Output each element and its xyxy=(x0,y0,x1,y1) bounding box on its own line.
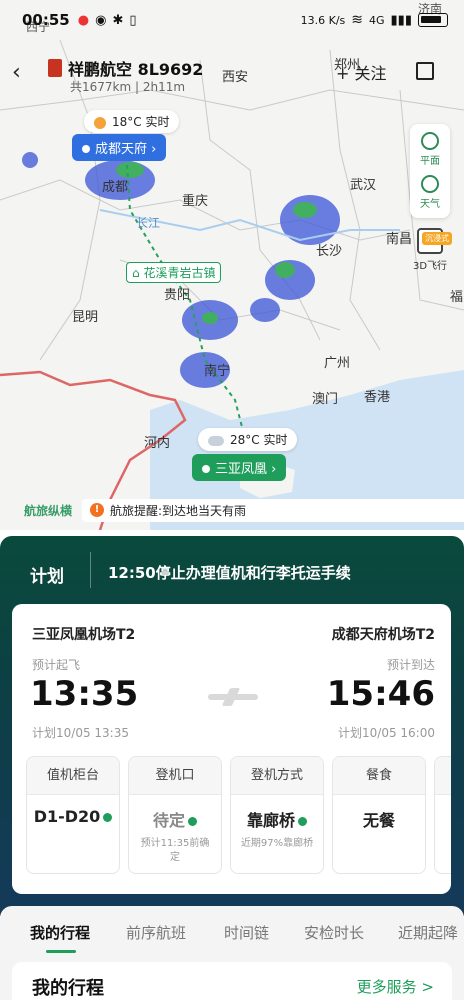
dep-plan: 计划10/05 13:35 xyxy=(32,726,129,740)
arr-airport: 成都天府机场T2 xyxy=(331,627,435,643)
net-speed: 13.6 K/s xyxy=(300,13,346,27)
clock-icon xyxy=(188,817,197,826)
map-city: 福 xyxy=(450,290,464,305)
cloud-icon xyxy=(421,175,439,193)
map-city: 广州 xyxy=(324,356,351,371)
map-flat-button[interactable]: 平面 xyxy=(410,128,450,171)
box-value: D1-D20 xyxy=(27,807,119,826)
eye-icon: ◉ xyxy=(95,12,107,28)
globe-icon xyxy=(421,132,439,150)
poi-label[interactable]: ⌂ 花溪青岩古镇 xyxy=(126,262,222,283)
tab-security-time[interactable]: 安检时长 xyxy=(304,922,364,943)
box-title: 登机方式 xyxy=(231,757,323,795)
status-right: 13.6 K/s ≋ 4G ▮▮▮ xyxy=(301,12,448,28)
tab-recent-ops[interactable]: 近期起降 xyxy=(398,922,458,943)
location-icon xyxy=(82,145,90,153)
scenic-icon: ⌂ xyxy=(132,266,144,280)
tab-my-itinerary[interactable]: 我的行程 xyxy=(30,922,90,943)
map-city: 长沙 xyxy=(316,244,343,259)
info-boxes: 值机柜台 D1-D20 登机口 待定 预计11:35前确定 登机方式 靠廊桥 近… xyxy=(26,756,451,874)
map-city: 昆明 xyxy=(72,310,99,325)
box-value: 待定 xyxy=(129,807,221,831)
notice-pill[interactable]: ! 航旅提醒:到达地当天有雨 xyxy=(82,498,464,522)
more-box[interactable] xyxy=(434,756,451,874)
map-city: 南宁 xyxy=(204,364,231,379)
tab-previous-flight[interactable]: 前序航班 xyxy=(126,922,186,943)
brand-logo: 航旅纵横 xyxy=(24,503,73,518)
battery-icon xyxy=(418,13,448,27)
origin-weather: 18°C 实时 xyxy=(84,110,180,133)
airline-logo-icon xyxy=(48,59,62,77)
map-weather-button[interactable]: 天气 xyxy=(410,171,450,214)
arr-label: 预计到达 xyxy=(386,658,435,672)
wifi-icon: ≋ xyxy=(351,12,363,28)
map-tools: 平面 天气 xyxy=(410,124,450,218)
box-title: 餐食 xyxy=(333,757,425,795)
clock-icon xyxy=(298,817,307,826)
box-note: 预计11:35前确定 xyxy=(140,838,210,863)
map-city: 河内 xyxy=(144,436,171,451)
tab-bar: 我的行程 前序航班 时间链 安检时长 近期起降 我的行程 更多服务 > xyxy=(0,906,464,1000)
bluetooth-icon: ✱ xyxy=(112,12,124,28)
box-note: 近期97%靠廊桥 xyxy=(240,838,314,849)
warning-icon: ! xyxy=(90,503,105,517)
notice-text: 航旅提醒:到达地当天有雨 xyxy=(110,503,247,518)
map-city: 武汉 xyxy=(350,178,377,193)
plan-text: 12:50停止办理值机和行李托运手续 xyxy=(108,564,351,582)
plan-label: 计划 xyxy=(30,567,64,587)
map-city: 贵阳 xyxy=(164,288,191,303)
itinerary-section: 我的行程 更多服务 > xyxy=(12,962,452,1000)
vibrate-icon: ▯ xyxy=(129,12,137,28)
arr-time: 15:46 xyxy=(326,674,435,714)
tab-indicator xyxy=(46,950,76,953)
boarding-method-box[interactable]: 登机方式 靠廊桥 近期97%靠廊桥 xyxy=(230,756,324,874)
app-notify-icon: ● xyxy=(77,12,90,28)
box-value: 无餐 xyxy=(362,811,395,830)
flight-distance-duration: 共1677km | 2h11m xyxy=(70,80,186,94)
status-bar: 00:55 ● ◉ ✱ ▯ 13.6 K/s ≋ 4G ▮▮▮ xyxy=(0,0,464,40)
dep-label: 预计起飞 xyxy=(32,658,81,672)
tab-time-chain[interactable]: 时间链 xyxy=(224,922,269,943)
signal-icon: ▮▮▮ xyxy=(390,12,412,28)
flight-title: 祥鹏航空 8L9692 xyxy=(48,56,203,80)
status-time: 00:55 xyxy=(22,11,70,29)
meal-box[interactable]: 餐食 无餐 xyxy=(332,756,426,874)
map-city: 澳门 xyxy=(312,392,339,407)
map-city: 成都 xyxy=(102,180,129,195)
share-icon[interactable] xyxy=(416,62,434,80)
more-services-link[interactable]: 更多服务 > xyxy=(357,976,434,997)
dep-airport: 三亚凤凰机场T2 xyxy=(32,627,136,643)
gate-box[interactable]: 登机口 待定 预计11:35前确定 xyxy=(128,756,222,874)
section-title: 我的行程 xyxy=(32,978,104,999)
arr-plan: 计划10/05 16:00 xyxy=(338,726,435,740)
box-title: 登机口 xyxy=(129,757,221,795)
box-title xyxy=(435,757,451,795)
cloud-icon xyxy=(208,435,224,446)
dest-weather: 28°C 实时 xyxy=(198,428,298,451)
sun-icon xyxy=(94,116,106,129)
status-icons: ● ◉ ✱ ▯ xyxy=(78,13,137,28)
dest-airport-pin[interactable]: 三亚凤凰 › xyxy=(192,454,287,481)
flight-panel: 计划 12:50停止办理值机和行李托运手续 三亚凤凰机场T2 成都天府机场T2 … xyxy=(0,536,464,916)
map-city: 南昌 xyxy=(386,232,413,247)
map-city: 香港 xyxy=(364,390,391,405)
travel-notice[interactable]: 航旅纵横 ! 航旅提醒:到达地当天有雨 xyxy=(0,498,464,522)
box-value: 靠廊桥 xyxy=(231,807,323,831)
checkin-counter-box[interactable]: 值机柜台 D1-D20 xyxy=(26,756,120,874)
divider xyxy=(90,552,91,588)
flight-header: ‹ 祥鹏航空 8L9692 共1677km | 2h11m + 关注 xyxy=(0,48,464,98)
map-river-label: 长江 xyxy=(136,216,161,230)
origin-airport-pin[interactable]: 成都天府 › xyxy=(72,134,167,161)
plane-icon xyxy=(208,688,258,706)
map-city: 重庆 xyxy=(182,194,209,209)
dep-time: 13:35 xyxy=(30,674,139,714)
box-title: 值机柜台 xyxy=(27,757,119,795)
flight-card: 三亚凤凰机场T2 成都天府机场T2 预计起飞 预计到达 13:35 15:46 … xyxy=(12,604,451,894)
follow-button[interactable]: + 关注 xyxy=(336,60,387,84)
immersive-badge: 沉浸式 xyxy=(422,232,452,245)
location-icon xyxy=(103,813,113,822)
back-button[interactable]: ‹ xyxy=(12,60,21,85)
network-type: 4G xyxy=(369,13,385,27)
location-icon xyxy=(202,465,210,473)
